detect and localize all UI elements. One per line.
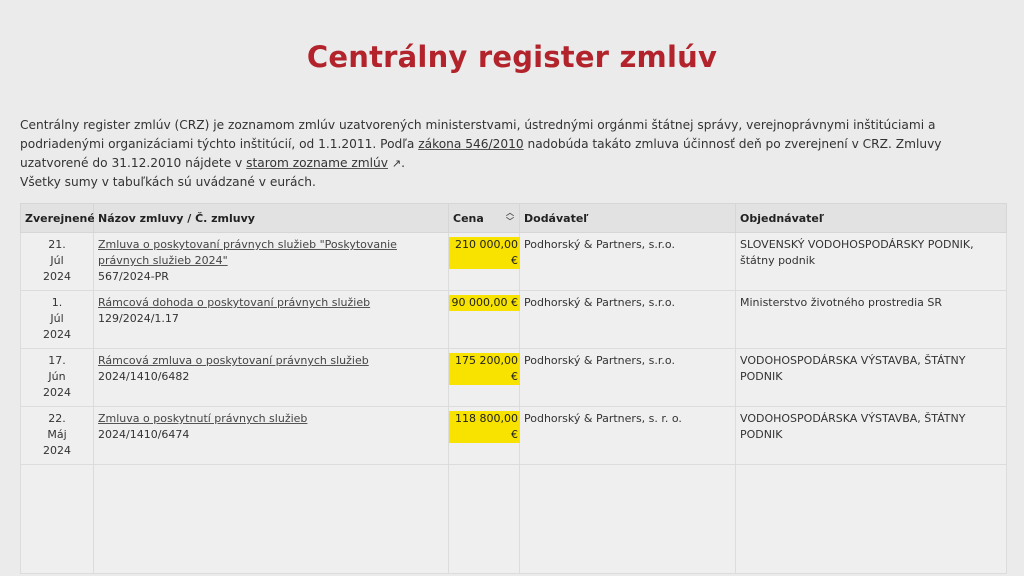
price-cell: 118 800,00 € [448,406,520,465]
old-contracts-link[interactable]: starom zozname zmlúv [246,156,388,170]
date-day: 22. [48,412,66,425]
col-header-price[interactable]: Cena ︿ ﹀ [448,203,520,233]
table-row: 22. Máj 2024 Zmluva o poskytnutí právnyc… [20,406,1007,465]
table-row: 21. Júl 2024 Zmluva o poskytovaní právny… [20,232,1007,291]
external-link-icon: ↗ [391,157,402,170]
supplier-cell: Podhorský & Partners, s.r.o. [519,290,736,349]
intro-text: Centrálny register zmlúv (CRZ) je zoznam… [20,116,1010,192]
customer-cell: VODOHOSPODÁRSKA VÝSTAVBA, ŠTÁTNY PODNIK [735,348,1007,407]
date-cell: 1. Júl 2024 [20,290,94,349]
contract-link[interactable]: Rámcová zmluva o poskytovaní právnych sl… [98,354,369,367]
contract-cell: Rámcová dohoda o poskytovaní právnych sl… [93,290,449,349]
contract-link[interactable]: Rámcová dohoda o poskytovaní právnych sl… [98,296,370,309]
date-cell: 21. Júl 2024 [20,232,94,291]
supplier-cell: Podhorský & Partners, s.r.o. [519,348,736,407]
price-cell: 175 200,00 € [448,348,520,407]
date-day: 17. [48,354,66,367]
empty-cell [735,464,1007,574]
date-month: Máj [47,428,67,441]
supplier-cell: Podhorský & Partners, s. r. o. [519,406,736,465]
price-value: 90 000,00 € [449,295,520,311]
empty-cell [448,464,520,574]
intro-part3: . [401,156,405,170]
old-contracts-link-label: starom zozname zmlúv [246,156,388,170]
date-month: Jún [48,370,66,383]
price-value: 118 800,00 € [449,411,520,443]
contract-number: 2024/1410/6474 [98,428,190,441]
table-row: 1. Júl 2024 Rámcová dohoda o poskytovaní… [20,290,1007,349]
contract-cell: Zmluva o poskytnutí právnych služieb 202… [93,406,449,465]
table-row-empty [20,464,1007,574]
page-title: Centrálny register zmlúv [306,40,718,74]
contract-cell: Zmluva o poskytovaní právnych služieb "P… [93,232,449,291]
col-header-price-label: Cena [453,211,484,225]
date-year: 2024 [43,444,71,457]
date-year: 2024 [43,386,71,399]
price-value: 175 200,00 € [449,353,520,385]
col-header-customer[interactable]: Objednávateľ [735,203,1007,233]
contract-link[interactable]: Zmluva o poskytovaní právnych služieb "P… [98,238,397,267]
empty-cell [20,464,94,574]
customer-cell: SLOVENSKÝ VODOHOSPODÁRSKY PODNIK, štátny… [735,232,1007,291]
contract-number: 2024/1410/6482 [98,370,190,383]
customer-cell: Ministerstvo životného prostredia SR [735,290,1007,349]
col-header-supplier[interactable]: Dodávateľ [519,203,736,233]
price-cell: 90 000,00 € [448,290,520,349]
date-cell: 17. Jún 2024 [20,348,94,407]
law-link[interactable]: zákona 546/2010 [418,137,523,151]
date-day: 1. [51,296,63,309]
contract-link[interactable]: Zmluva o poskytnutí právnych služieb [98,412,307,425]
table-header-row: Zverejnené Názov zmluvy / Č. zmluvy Cena… [20,203,1007,233]
page: Centrálny register zmlúv Centrálny regis… [0,0,1024,576]
date-year: 2024 [43,328,71,341]
price-value: 210 000,00 € [449,237,520,269]
date-month: Júl [50,254,64,267]
contract-number: 129/2024/1.17 [98,312,179,325]
date-cell: 22. Máj 2024 [20,406,94,465]
date-month: Júl [50,312,64,325]
empty-cell [93,464,449,574]
date-year: 2024 [43,270,71,283]
col-header-date[interactable]: Zverejnené [20,203,95,233]
contract-cell: Rámcová zmluva o poskytovaní právnych sl… [93,348,449,407]
customer-cell: VODOHOSPODÁRSKA VÝSTAVBA, ŠTÁTNY PODNIK [735,406,1007,465]
col-header-name[interactable]: Názov zmluvy / Č. zmluvy [93,203,449,233]
price-cell: 210 000,00 € [448,232,520,291]
sort-icon[interactable]: ︿ ﹀ [505,208,515,226]
contracts-table: Zverejnené Názov zmluvy / Č. zmluvy Cena… [20,203,1007,574]
contract-number: 567/2024-PR [98,270,169,283]
supplier-cell: Podhorský & Partners, s.r.o. [519,232,736,291]
date-day: 21. [48,238,66,251]
currency-note: Všetky sumy v tabuľkách sú uvádzané v eu… [20,175,316,189]
table-row: 17. Jún 2024 Rámcová zmluva o poskytovan… [20,348,1007,407]
empty-cell [519,464,736,574]
